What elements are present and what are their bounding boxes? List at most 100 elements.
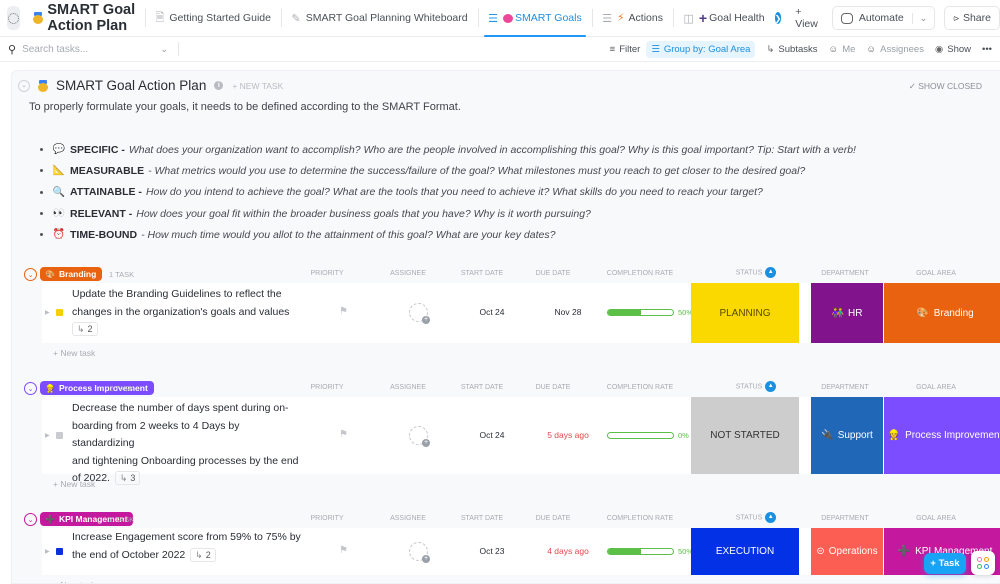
priority-flag-icon[interactable]: ⚑ bbox=[339, 306, 348, 317]
info-icon[interactable]: i bbox=[214, 81, 224, 90]
tab-goal-health[interactable]: ◫ + Goal Health bbox=[682, 0, 767, 37]
column-header-completion-rate[interactable]: COMPLETION RATE bbox=[590, 270, 690, 277]
collapse-group-icon[interactable]: ⌄ bbox=[24, 513, 37, 526]
chevron-down-icon[interactable]: ⌄ bbox=[911, 12, 935, 24]
due-date[interactable]: 5 days ago bbox=[533, 430, 603, 440]
collapse-group-icon[interactable]: ⌄ bbox=[24, 382, 37, 395]
new-task-fab[interactable]: + Task bbox=[924, 553, 966, 574]
add-new-task-link[interactable]: + New task bbox=[53, 580, 95, 583]
column-header-due-date[interactable]: DUE DATE bbox=[518, 270, 588, 277]
expand-subtasks-icon[interactable]: ▶ bbox=[45, 548, 50, 555]
column-header-department[interactable]: DEPARTMENT bbox=[810, 515, 880, 522]
column-header-department[interactable]: DEPARTMENT bbox=[810, 270, 880, 277]
column-header-department[interactable]: DEPARTMENT bbox=[810, 384, 880, 391]
group-pill[interactable]: 🎨 Branding bbox=[40, 267, 103, 281]
chevron-down-icon[interactable]: ⌄ bbox=[160, 44, 168, 55]
add-assignee-icon[interactable] bbox=[409, 541, 430, 563]
tab-getting-started-guide[interactable]: 🗎 Getting Started Guide bbox=[154, 0, 273, 37]
add-new-task-link[interactable]: + New task bbox=[53, 348, 95, 358]
subtask-count-badge[interactable]: ↳ 2 bbox=[72, 322, 98, 337]
collapse-icon[interactable]: ⌄ bbox=[18, 79, 30, 92]
tab-smart-goal-planning-whiteboard[interactable]: ✎ SMART Goal Planning Whiteboard bbox=[290, 0, 470, 37]
me-button[interactable]: ☺ Me bbox=[829, 44, 856, 55]
column-header-goal-area[interactable]: GOAL AREA bbox=[874, 384, 998, 391]
column-header-priority[interactable]: PRIORITY bbox=[307, 384, 347, 391]
column-header-start-date[interactable]: START DATE bbox=[442, 515, 522, 522]
column-header-status[interactable]: STATUS ▲ bbox=[721, 267, 791, 278]
column-header-goal-area[interactable]: GOAL AREA bbox=[874, 515, 998, 522]
department-cell[interactable]: 🔌 Support bbox=[811, 397, 883, 474]
column-header-completion-rate[interactable]: COMPLETION RATE bbox=[590, 515, 690, 522]
task-status-square[interactable] bbox=[56, 547, 63, 555]
start-date[interactable]: Oct 24 bbox=[457, 307, 527, 317]
department-cell[interactable]: ⊝ Operations bbox=[811, 528, 883, 575]
column-header-start-date[interactable]: START DATE bbox=[442, 270, 522, 277]
column-header-assignee[interactable]: ASSIGNEE bbox=[373, 270, 443, 277]
search-input[interactable]: Search tasks... bbox=[22, 44, 88, 55]
status-cell[interactable]: NOT STARTED bbox=[691, 397, 799, 474]
add-assignee-icon[interactable] bbox=[409, 425, 430, 447]
add-new-task-link[interactable]: + New task bbox=[53, 479, 95, 489]
subtasks-button[interactable]: ↳ Subtasks bbox=[766, 44, 817, 55]
add-assignee-icon[interactable] bbox=[409, 303, 430, 324]
expand-subtasks-icon[interactable]: ▶ bbox=[45, 309, 50, 316]
status-cell[interactable]: PLANNING bbox=[691, 283, 799, 343]
add-view-button[interactable]: + View bbox=[795, 6, 818, 30]
subtask-count-badge[interactable]: ↳ 3 bbox=[114, 471, 141, 486]
column-header-assignee[interactable]: ASSIGNEE bbox=[373, 384, 443, 391]
due-date[interactable]: 4 days ago bbox=[533, 546, 603, 556]
search-tasks[interactable]: ⚲ Search tasks... ⌄ bbox=[8, 43, 168, 56]
column-header-completion-rate[interactable]: COMPLETION RATE bbox=[590, 384, 690, 391]
column-header-status[interactable]: STATUS ▲ bbox=[721, 381, 791, 392]
automate-button[interactable]: Automate ⌄ bbox=[831, 6, 936, 30]
status-cell[interactable]: EXECUTION bbox=[691, 528, 799, 575]
priority-flag-icon[interactable]: ⚑ bbox=[339, 545, 348, 556]
share-button[interactable]: ⪧ Share bbox=[944, 6, 1000, 30]
show-closed-button[interactable]: ✓ SHOW CLOSED bbox=[909, 81, 982, 92]
task-row[interactable]: ▶ Increase Engagement score from 59% to … bbox=[42, 528, 1000, 575]
smart-description: How does your goal fit within the broade… bbox=[136, 207, 591, 220]
tab-actions[interactable]: ☰ ⚡ Actions bbox=[600, 0, 665, 37]
space-title[interactable]: SMART Goal Action Plan bbox=[33, 2, 137, 34]
chevron-right-circle-icon[interactable]: ❯ bbox=[774, 12, 782, 24]
due-date[interactable]: Nov 28 bbox=[533, 307, 603, 317]
more-options-button[interactable]: ••• bbox=[982, 44, 992, 55]
filter-button[interactable]: ≡ Filter bbox=[610, 44, 641, 55]
column-header-goal-area[interactable]: GOAL AREA bbox=[874, 270, 998, 277]
goal-area-cell[interactable]: 👷 Process Improvement bbox=[884, 397, 1000, 474]
column-header-priority[interactable]: PRIORITY bbox=[307, 270, 347, 277]
collapse-group-icon[interactable]: ⌄ bbox=[24, 268, 37, 281]
task-row[interactable]: ▶ Decrease the number of days spent duri… bbox=[42, 397, 1000, 486]
task-status-square[interactable] bbox=[56, 309, 63, 316]
sort-ascending-icon[interactable]: ▲ bbox=[765, 512, 777, 523]
priority-flag-icon[interactable]: ⚑ bbox=[339, 429, 348, 440]
tab-smart-goals[interactable]: ☰ SMART Goals bbox=[484, 0, 586, 37]
column-header-status[interactable]: STATUS ▲ bbox=[721, 512, 791, 523]
column-header-due-date[interactable]: DUE DATE bbox=[518, 384, 588, 391]
sort-ascending-icon[interactable]: ▲ bbox=[765, 381, 777, 392]
sort-ascending-icon[interactable]: ▲ bbox=[765, 267, 777, 278]
start-date[interactable]: Oct 24 bbox=[457, 430, 527, 440]
column-header-start-date[interactable]: START DATE bbox=[442, 384, 522, 391]
task-row[interactable]: ▶ Update the Branding Guidelines to refl… bbox=[42, 283, 1000, 343]
goal-area-cell[interactable]: 🎨 Branding bbox=[884, 283, 1000, 343]
group-by-button[interactable]: ☰ Group by: Goal Area bbox=[646, 40, 756, 58]
task-name[interactable]: Decrease the number of days spent during… bbox=[72, 400, 302, 488]
start-date[interactable]: Oct 23 bbox=[457, 546, 527, 556]
department-cell[interactable]: 👫 HR bbox=[811, 283, 883, 343]
column-header-assignee[interactable]: ASSIGNEE bbox=[373, 515, 443, 522]
show-button[interactable]: ◉ Show bbox=[935, 44, 971, 55]
task-name[interactable]: Update the Branding Guidelines to reflec… bbox=[72, 286, 302, 339]
expand-subtasks-icon[interactable]: ▶ bbox=[45, 432, 50, 439]
apps-grid-icon[interactable] bbox=[971, 551, 995, 575]
new-task-button[interactable]: + NEW TASK bbox=[232, 81, 283, 91]
task-name-line: and tightening Onboarding processes by t… bbox=[72, 454, 299, 467]
column-header-due-date[interactable]: DUE DATE bbox=[518, 515, 588, 522]
column-header-priority[interactable]: PRIORITY bbox=[307, 515, 347, 522]
task-name[interactable]: Increase Engagement score from 59% to 75… bbox=[72, 529, 302, 564]
subtask-count-badge[interactable]: ↳ 2 bbox=[190, 547, 216, 562]
app-menu-button[interactable] bbox=[7, 6, 21, 30]
group-pill[interactable]: 👷 Process Improvement bbox=[40, 381, 154, 395]
task-status-square[interactable] bbox=[56, 431, 63, 439]
assignees-button[interactable]: ☺ Assignees bbox=[866, 44, 924, 55]
